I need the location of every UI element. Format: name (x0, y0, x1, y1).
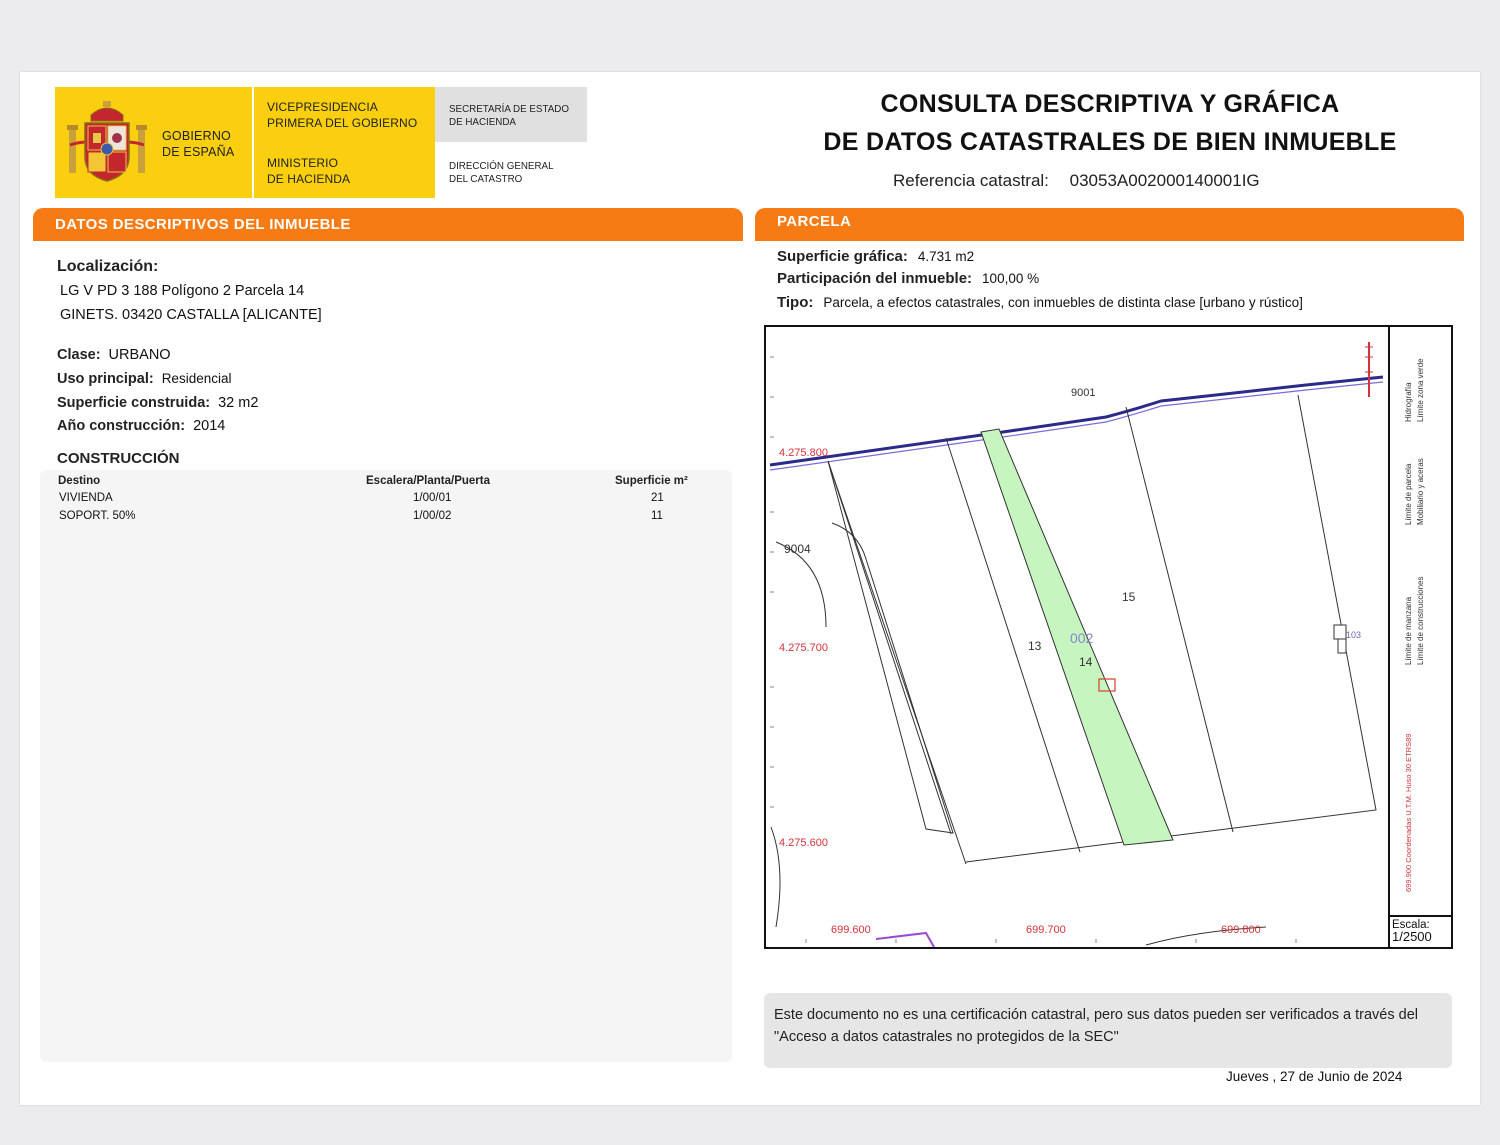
table-cell: 21 (651, 492, 664, 504)
map-label-103: 103 (1346, 630, 1362, 640)
document-title-line2: DE DATOS CATASTRALES DE BIEN INMUEBLE (823, 128, 1397, 156)
superficie-label: Superficie construida: (57, 395, 211, 411)
localizacion-line1: LG V PD 3 188 Polígono 2 Parcela 14 (60, 283, 305, 299)
uso-row: Uso principal: Residencial (57, 371, 231, 387)
table-cell: 1/00/01 (413, 492, 452, 504)
government-logo-block: GOBIERNO DE ESPAÑA VICEPRESIDENCIA PRIME… (55, 87, 435, 198)
coord-x-800: 699.800 (1221, 924, 1261, 936)
ano-construccion-row: Año construcción: 2014 (57, 418, 225, 434)
construccion-table: Destino Escalera/Planta/Puerta Superfici… (40, 470, 732, 1062)
legend-parcela: Límite de parcela (1404, 463, 1413, 525)
tipo-value: Parcela, a efectos catastrales, con inmu… (823, 295, 1303, 310)
map-label-13: 13 (1028, 639, 1042, 653)
secretaria-label: SECRETARÍA DE ESTADO DE HACIENDA (449, 104, 569, 128)
map-label-14: 14 (1079, 655, 1093, 669)
ano-value: 2014 (193, 418, 226, 434)
superficie-value: 32 m2 (218, 395, 259, 411)
legend-coordinates: 699.900 Coordenadas U.T.M. Huso 30 ETRS8… (1404, 733, 1413, 892)
superficie-grafica-label: Superficie gráfica: (777, 248, 908, 265)
table-cell: VIVIENDA (59, 492, 113, 504)
map-label-9004: 9004 (784, 542, 811, 556)
document-page: GOBIERNO DE ESPAÑA VICEPRESIDENCIA PRIME… (20, 72, 1480, 1105)
vicepresidencia-label: VICEPRESIDENCIA PRIMERA DEL GOBIERNO (267, 100, 418, 130)
legend-manzana: Límite de manzana (1404, 596, 1413, 665)
superficie-grafica-value: 4.731 m2 (917, 249, 975, 264)
participacion-label: Participación del inmueble: (777, 270, 973, 287)
clase-value: URBANO (108, 347, 171, 363)
participacion-value: 100,00 % (982, 271, 1040, 286)
gobierno-espana-label: GOBIERNO DE ESPAÑA (162, 129, 235, 159)
localizacion-line2: GINETS. 03420 CASTALLA [ALICANTE] (60, 307, 322, 323)
coord-y-700: 4.275.700 (779, 642, 828, 654)
ref-value: 03053A002000140001IG (1069, 171, 1260, 190)
legend-construcciones: Límite de construcciones (1416, 576, 1425, 666)
cadastral-map: 9001 9004 15 13 002 14 103 4.275.800 4.2… (764, 325, 1453, 949)
referencia-catastral: Referencia catastral: 03053A002000140001… (893, 171, 1260, 191)
section-bar-datos: DATOS DESCRIPTIVOS DEL INMUEBLE (33, 208, 743, 249)
ano-label: Año construcción: (57, 418, 186, 434)
legend-divider (1388, 327, 1390, 947)
section-title-datos: DATOS DESCRIPTIVOS DEL INMUEBLE (55, 216, 351, 233)
clase-label: Clase: (57, 347, 101, 363)
participacion-row: Participación del inmueble: 100,00 % (777, 270, 1039, 287)
coord-y-600: 4.275.600 (779, 837, 828, 849)
table-header-destino: Destino (58, 475, 101, 487)
direccion-catastro-label: DIRECCIÓN GENERAL DEL CATASTRO (449, 161, 554, 185)
coord-x-600: 699.600 (831, 924, 871, 936)
section-bar-parcela: PARCELA (755, 208, 1464, 249)
superficie-grafica-row: Superficie gráfica: 4.731 m2 (777, 248, 974, 265)
map-label-002: 002 (1070, 630, 1094, 646)
table-header-superficie: Superficie m² (615, 475, 688, 487)
ref-label: Referencia catastral: (893, 171, 1049, 190)
table-header-escalera: Escalera/Planta/Puerta (366, 475, 491, 487)
escala-divider (1388, 915, 1453, 917)
disclaimer-note: Este documento no es una certificación c… (764, 993, 1452, 1068)
legend-hidrografia: Hidrografía (1404, 382, 1413, 422)
map-label-15: 15 (1122, 590, 1136, 604)
section-title-parcela: PARCELA (777, 213, 852, 230)
table-cell: 1/00/02 (413, 510, 452, 522)
legend-zona-verde: Límite zona verde (1416, 358, 1425, 422)
logo-divider (252, 87, 254, 198)
localizacion-heading: Localización: (57, 258, 159, 275)
escala: Escala: 1/2500 (1392, 919, 1432, 943)
uso-label: Uso principal: (57, 371, 154, 387)
construccion-heading: CONSTRUCCIÓN (57, 450, 180, 467)
table-cell: 11 (651, 510, 663, 522)
coat-of-arms-icon (67, 101, 147, 182)
superficie-construida-row: Superficie construida: 32 m2 (57, 395, 258, 411)
clase-row: Clase: URBANO (57, 347, 171, 363)
escala-value: 1/2500 (1392, 929, 1432, 944)
document-title-line1: CONSULTA DESCRIPTIVA Y GRÁFICA (880, 90, 1340, 118)
ministerio-label: MINISTERIO DE HACIENDA (267, 156, 351, 186)
document-date: Jueves , 27 de Junio de 2024 (1226, 1069, 1403, 1084)
coord-y-800: 4.275.800 (779, 447, 828, 459)
tipo-label: Tipo: (777, 294, 814, 311)
coord-x-700: 699.700 (1026, 924, 1066, 936)
uso-value: Residencial (161, 371, 232, 386)
tipo-row: Tipo: Parcela, a efectos catastrales, con… (777, 294, 1303, 311)
map-label-9001: 9001 (1071, 387, 1096, 399)
table-cell: SOPORT. 50% (59, 510, 136, 522)
legend-mobiliario: Mobiliario y aceras (1416, 458, 1425, 525)
